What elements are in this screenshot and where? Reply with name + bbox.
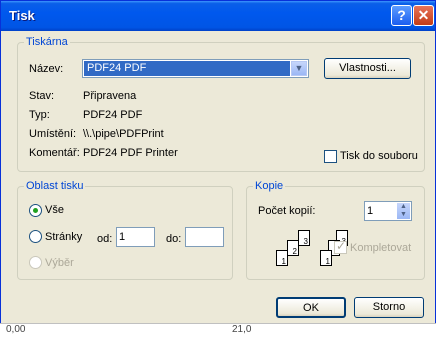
background-ruler-right: 21,0 <box>232 324 252 335</box>
print-range-legend: Oblast tisku <box>24 180 86 192</box>
type-value: PDF24 PDF <box>83 109 143 121</box>
to-page-input[interactable] <box>185 227 224 247</box>
printer-name-value: PDF24 PDF <box>84 61 290 76</box>
status-label: Stav: <box>29 90 55 102</box>
printer-name-select[interactable]: PDF24 PDF ▼ <box>82 59 309 78</box>
close-icon: ✕ <box>417 7 430 23</box>
help-icon: ? <box>397 7 406 23</box>
print-dialog: Tisk ? ✕ Tiskárna Název: PDF24 PDF ▼ Vla… <box>0 0 436 324</box>
spinner-arrows-icon[interactable]: ▲ ▼ <box>397 203 410 219</box>
print-to-file-label[interactable]: Tisk do souboru <box>340 150 418 162</box>
where-value: \\.\pipe\PDFPrint <box>83 128 164 140</box>
type-label: Typ: <box>29 109 50 121</box>
properties-button[interactable]: Vlastnosti... <box>324 58 411 79</box>
check-icon: ✓ <box>336 239 347 253</box>
print-to-file-checkbox[interactable] <box>324 150 337 163</box>
page-3-icon: 3 <box>298 230 310 246</box>
printer-group-legend: Tiskárna <box>24 36 70 48</box>
status-value: Připravena <box>83 90 137 102</box>
cancel-button[interactable]: Storno <box>354 297 424 318</box>
copies-legend: Kopie <box>253 180 286 192</box>
range-all-radio[interactable] <box>29 204 42 217</box>
from-label: od: <box>97 233 113 245</box>
background-ruler-left: 0,00 <box>6 324 26 335</box>
range-pages-label[interactable]: Stránky <box>45 231 82 243</box>
window-title: Tisk <box>9 8 35 23</box>
copies-count-value: 1 <box>367 205 374 217</box>
title-bar[interactable]: Tisk ? ✕ <box>1 1 435 31</box>
background-window-strip: 0,00 21,0 <box>0 323 436 337</box>
chevron-down-icon[interactable]: ▼ <box>291 61 307 76</box>
close-button[interactable]: ✕ <box>413 5 434 26</box>
copies-count-spinner[interactable]: 1 ▲ ▼ <box>364 201 412 221</box>
collate-pages-icon: 3 2 1 <box>271 230 316 270</box>
copies-count-label: Počet kopií: <box>258 205 316 217</box>
range-selection-radio[interactable] <box>29 256 42 269</box>
printer-name-label: Název: <box>29 63 64 75</box>
range-pages-radio[interactable] <box>29 230 42 243</box>
comment-label: Komentář: <box>29 147 80 159</box>
comment-value: PDF24 PDF Printer <box>83 147 178 159</box>
page-1-icon: 1 <box>320 250 332 266</box>
ok-button[interactable]: OK <box>276 297 346 318</box>
collate-checkbox[interactable]: ✓ <box>334 239 347 254</box>
page-2-icon: 2 <box>287 240 299 256</box>
range-all-label[interactable]: Vše <box>45 204 64 216</box>
range-selection-label: Výběr <box>45 257 74 269</box>
help-button[interactable]: ? <box>391 5 412 26</box>
to-label: do: <box>166 233 182 245</box>
from-page-input[interactable]: 1 <box>116 227 155 247</box>
collate-label: Kompletovat <box>350 242 412 254</box>
page-1-icon: 1 <box>276 250 288 266</box>
where-label: Umístění: <box>29 128 77 140</box>
